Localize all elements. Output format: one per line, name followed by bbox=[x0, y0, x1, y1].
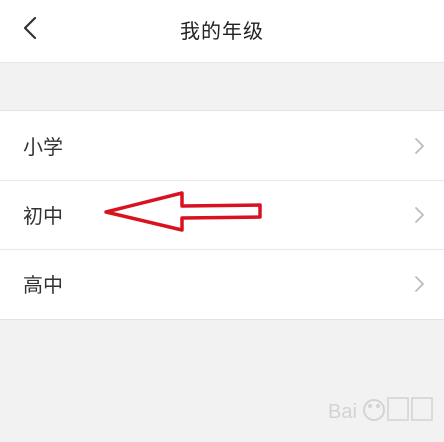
grade-list: 小学 初中 高中 bbox=[0, 110, 444, 320]
svg-text:Bai: Bai bbox=[328, 401, 357, 423]
page-title: 我的年级 bbox=[180, 19, 264, 43]
chevron-right-icon bbox=[414, 275, 426, 293]
grade-item-junior-high[interactable]: 初中 bbox=[0, 180, 444, 249]
app-header: 我的年级 bbox=[0, 0, 444, 63]
baidu-jingyan-watermark: Bai bbox=[326, 386, 442, 436]
chevron-right-icon bbox=[414, 206, 426, 224]
grade-item-senior-high[interactable]: 高中 bbox=[0, 249, 444, 318]
grade-item-label: 高中 bbox=[23, 273, 63, 297]
chevron-right-icon bbox=[414, 137, 426, 155]
grade-item-label: 初中 bbox=[23, 204, 63, 228]
grade-item-primary[interactable]: 小学 bbox=[0, 111, 444, 180]
grade-item-label: 小学 bbox=[23, 135, 63, 159]
